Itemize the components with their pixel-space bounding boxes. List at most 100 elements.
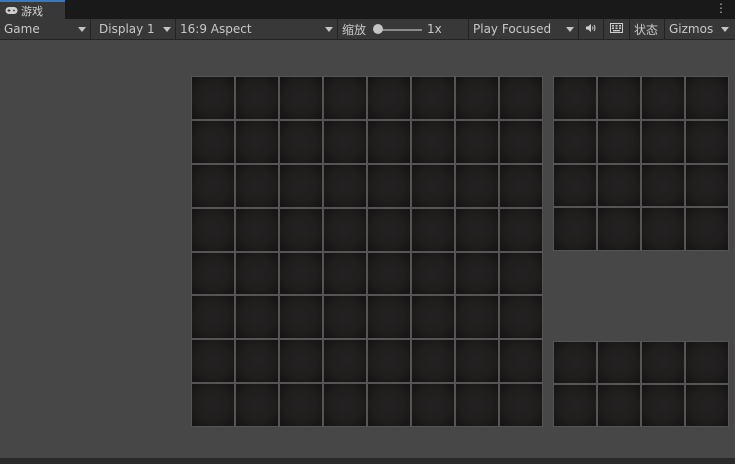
grid-cell[interactable]: [323, 251, 367, 296]
grid-cell[interactable]: [685, 341, 729, 384]
grid-cell[interactable]: [279, 251, 323, 296]
grid-cell[interactable]: [279, 163, 323, 208]
grid-cell[interactable]: [235, 119, 279, 164]
grid-cell[interactable]: [641, 76, 685, 120]
grid-cell[interactable]: [597, 341, 641, 384]
grid-cell[interactable]: [499, 251, 543, 296]
grid-cell[interactable]: [191, 76, 235, 120]
grid-cell[interactable]: [455, 295, 499, 340]
shortcuts-button[interactable]: [604, 19, 630, 39]
grid-cell[interactable]: [499, 76, 543, 120]
grid-cell[interactable]: [499, 207, 543, 252]
grid-cell[interactable]: [641, 384, 685, 427]
grid-cell[interactable]: [235, 251, 279, 296]
aspect-dropdown[interactable]: 16:9 Aspect: [176, 19, 338, 39]
tab-game[interactable]: 游戏: [0, 0, 65, 19]
grid-cell[interactable]: [367, 76, 411, 120]
grid-cell[interactable]: [499, 383, 543, 427]
grid-cell[interactable]: [553, 384, 597, 427]
view-mode-dropdown[interactable]: Game: [0, 19, 91, 39]
gizmos-dropdown[interactable]: Gizmos: [665, 19, 735, 39]
grid-cell[interactable]: [455, 383, 499, 427]
grid-cell[interactable]: [323, 383, 367, 427]
grid-cell[interactable]: [685, 163, 729, 208]
grid-cell[interactable]: [367, 383, 411, 427]
scale-slider-handle[interactable]: [373, 24, 383, 34]
grid-cell[interactable]: [191, 119, 235, 164]
more-options-icon[interactable]: ⋮: [715, 1, 727, 17]
grid-cell[interactable]: [685, 119, 729, 164]
grid-cell[interactable]: [323, 76, 367, 120]
grid-cell[interactable]: [411, 76, 455, 120]
grid-cell[interactable]: [597, 119, 641, 164]
grid-cell[interactable]: [685, 207, 729, 251]
grid-cell[interactable]: [411, 207, 455, 252]
grid-cell[interactable]: [367, 339, 411, 384]
grid-cell[interactable]: [455, 251, 499, 296]
grid-cell[interactable]: [323, 119, 367, 164]
grid-cell[interactable]: [499, 295, 543, 340]
grid-cell[interactable]: [597, 163, 641, 208]
grid-cell[interactable]: [455, 163, 499, 208]
grid-cell[interactable]: [235, 383, 279, 427]
grid-cell[interactable]: [553, 207, 597, 251]
grid-cell[interactable]: [279, 339, 323, 384]
grid-cell[interactable]: [685, 76, 729, 120]
grid-cell[interactable]: [191, 207, 235, 252]
grid-cell[interactable]: [641, 119, 685, 164]
grid-cell[interactable]: [553, 76, 597, 120]
scale-slider-track[interactable]: [378, 29, 422, 31]
grid-cell[interactable]: [411, 295, 455, 340]
grid-cell[interactable]: [411, 339, 455, 384]
grid-cell[interactable]: [323, 163, 367, 208]
grid-cell[interactable]: [191, 251, 235, 296]
mute-audio-button[interactable]: [579, 19, 604, 39]
play-mode-dropdown[interactable]: Play Focused: [469, 19, 579, 39]
grid-cell[interactable]: [235, 295, 279, 340]
game-viewport[interactable]: [0, 40, 735, 458]
grid-cell[interactable]: [279, 119, 323, 164]
grid-cell[interactable]: [553, 163, 597, 208]
grid-cell[interactable]: [191, 295, 235, 340]
grid-cell[interactable]: [597, 207, 641, 251]
grid-cell[interactable]: [641, 341, 685, 384]
grid-cell[interactable]: [597, 76, 641, 120]
grid-cell[interactable]: [235, 207, 279, 252]
grid-cell[interactable]: [553, 341, 597, 384]
grid-cell[interactable]: [191, 383, 235, 427]
grid-cell[interactable]: [411, 251, 455, 296]
grid-cell[interactable]: [411, 163, 455, 208]
grid-cell[interactable]: [455, 119, 499, 164]
grid-cell[interactable]: [367, 295, 411, 340]
grid-cell[interactable]: [455, 76, 499, 120]
grid-cell[interactable]: [235, 76, 279, 120]
grid-cell[interactable]: [641, 207, 685, 251]
grid-cell[interactable]: [499, 163, 543, 208]
grid-cell[interactable]: [191, 163, 235, 208]
grid-cell[interactable]: [367, 119, 411, 164]
grid-cell[interactable]: [235, 339, 279, 384]
grid-cell[interactable]: [597, 384, 641, 427]
grid-cell[interactable]: [499, 119, 543, 164]
grid-cell[interactable]: [323, 339, 367, 384]
grid-cell[interactable]: [323, 207, 367, 252]
grid-cell[interactable]: [279, 207, 323, 252]
grid-cell[interactable]: [411, 119, 455, 164]
grid-cell[interactable]: [641, 163, 685, 208]
grid-cell[interactable]: [553, 119, 597, 164]
grid-cell[interactable]: [685, 384, 729, 427]
grid-cell[interactable]: [411, 383, 455, 427]
grid-cell[interactable]: [323, 295, 367, 340]
grid-cell[interactable]: [191, 339, 235, 384]
display-dropdown[interactable]: Display 1: [91, 19, 176, 39]
grid-cell[interactable]: [499, 339, 543, 384]
grid-cell[interactable]: [455, 207, 499, 252]
grid-cell[interactable]: [367, 163, 411, 208]
grid-cell[interactable]: [279, 76, 323, 120]
grid-cell[interactable]: [279, 295, 323, 340]
stats-button[interactable]: 状态: [630, 19, 665, 39]
grid-cell[interactable]: [367, 207, 411, 252]
grid-cell[interactable]: [279, 383, 323, 427]
grid-cell[interactable]: [235, 163, 279, 208]
grid-cell[interactable]: [455, 339, 499, 384]
